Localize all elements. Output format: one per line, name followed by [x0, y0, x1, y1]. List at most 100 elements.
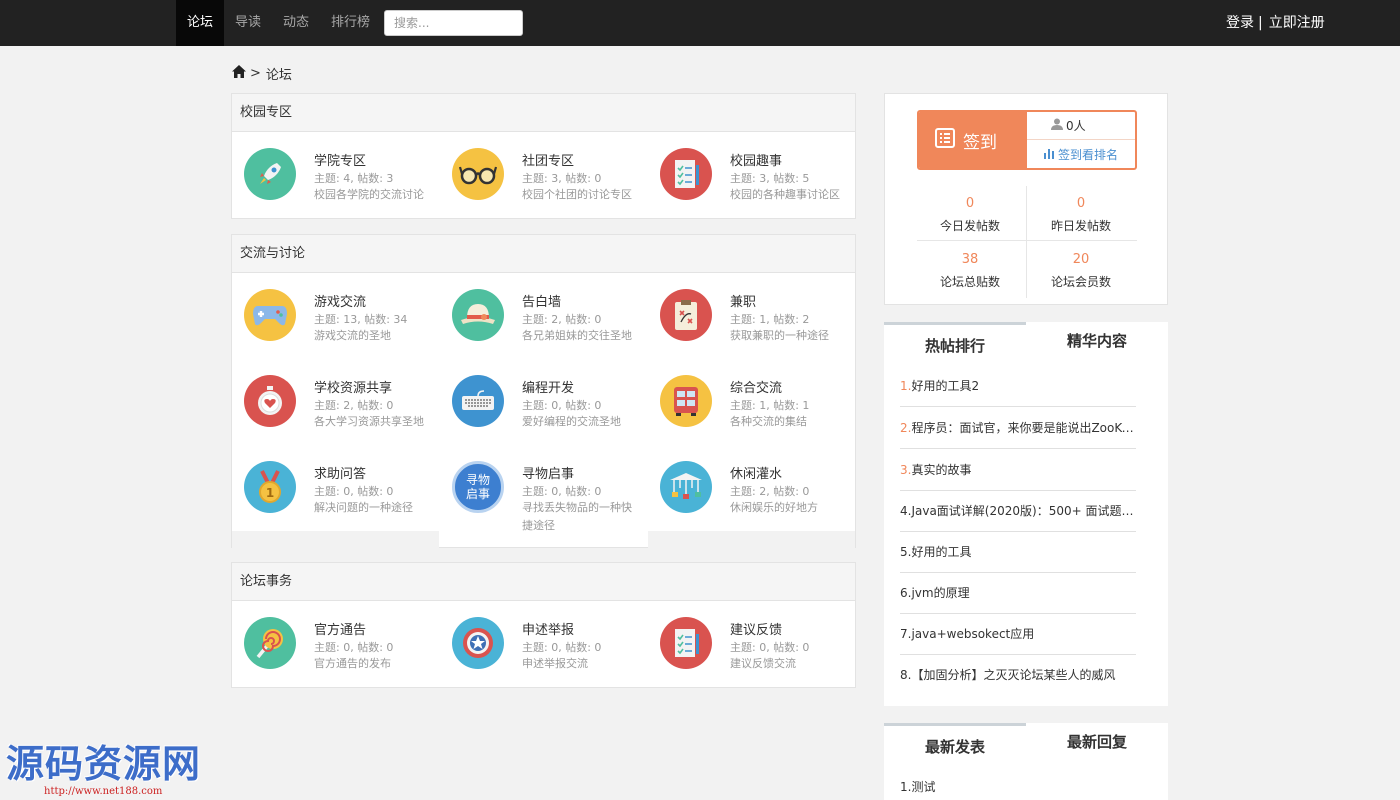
forum-name[interactable]: 建议反馈	[730, 619, 782, 638]
search-input[interactable]	[384, 10, 523, 36]
list-item[interactable]: 6.jvm的原理	[900, 573, 1136, 614]
item-title[interactable]: 真实的故事	[911, 463, 971, 477]
forum-item[interactable]: 告白墙 主题: 2, 帖数: 0 各兄弟姐妹的交往圣地	[440, 277, 640, 347]
forum-item[interactable]: 建议反馈 主题: 0, 帖数: 0 建议反馈交流	[648, 605, 848, 675]
lost-found-icon: 寻物启事	[452, 461, 504, 513]
grid-filler	[232, 531, 439, 548]
forum-name[interactable]: 学院专区	[314, 150, 366, 169]
forum-stats: 主题: 0, 帖数: 0	[314, 641, 394, 654]
latest-tabs: 最新发表 最新回复	[884, 723, 1168, 773]
forum-description: 校园个社团的讨论专区	[522, 188, 632, 201]
forum-description: 爱好编程的交流圣地	[522, 415, 621, 428]
item-title[interactable]: 程序员：面试官，来你要是能说出ZooKeepe...	[911, 421, 1136, 435]
nav-activity[interactable]: 动态	[272, 0, 320, 46]
item-title[interactable]: 测试	[911, 780, 935, 794]
breadcrumb-separator: >	[250, 65, 261, 81]
forum-name[interactable]: 编程开发	[522, 377, 574, 396]
signin-label: 签到	[963, 132, 997, 153]
checklist-icon	[660, 617, 712, 669]
forum-description: 各大学习资源共享圣地	[314, 415, 424, 428]
stopwatch-heart-icon	[244, 375, 296, 427]
item-rank: 1.	[900, 379, 912, 393]
forum-item[interactable]: 校园趣事 主题: 3, 帖数: 5 校园的各种趣事讨论区	[648, 136, 848, 206]
list-item[interactable]: 4.Java面试详解(2020版)：500+ 面试题和核...	[900, 491, 1136, 532]
item-title[interactable]: jvm的原理	[911, 586, 969, 600]
forum-item[interactable]: 寻物启事 寻物启事 主题: 0, 帖数: 0 寻找丢失物品的一种快捷途径	[440, 449, 640, 532]
forum-name[interactable]: 综合交流	[730, 377, 782, 396]
list-item[interactable]: 7.java+websokect应用	[900, 614, 1136, 655]
forum-name[interactable]: 寻物启事	[522, 463, 574, 482]
item-rank: 1.	[900, 780, 912, 794]
list-item[interactable]: 5.好用的工具	[900, 532, 1136, 573]
stat-label: 昨日发帖数	[1050, 219, 1111, 233]
tab-featured[interactable]: 精华内容	[1026, 322, 1168, 366]
signin-button[interactable]: 签到	[919, 112, 1027, 168]
forum-item[interactable]: 游戏交流 主题: 13, 帖数: 34 游戏交流的圣地	[232, 277, 432, 347]
forum-item[interactable]: 休闲灌水 主题: 2, 帖数: 0 休闲娱乐的好地方	[648, 449, 848, 519]
forum-name[interactable]: 求助问答	[314, 463, 366, 482]
checklist-icon	[660, 148, 712, 200]
forum-description: 寻找丢失物品的一种快捷途径	[522, 501, 632, 532]
forum-item[interactable]: 1 求助问答 主题: 0, 帖数: 0 解决问题的一种途径	[232, 449, 432, 519]
forum-stats: 主题: 0, 帖数: 0	[314, 485, 394, 498]
forum-description: 申述举报交流	[522, 657, 588, 670]
auth-separator: |	[1258, 15, 1263, 31]
main-nav: 论坛 导读 动态 排行榜	[176, 0, 381, 46]
forum-stats: 主题: 0, 帖数: 0	[522, 641, 602, 654]
tab-latest-posts[interactable]: 最新发表	[884, 723, 1026, 767]
forum-item[interactable]: 综合交流 主题: 1, 帖数: 1 各种交流的集结	[648, 363, 848, 433]
item-title[interactable]: 好用的工具2	[911, 379, 979, 393]
item-title[interactable]: Java面试详解(2020版)：500+ 面试题和核...	[911, 504, 1136, 518]
forum-stats: 主题: 3, 帖数: 5	[730, 172, 810, 185]
list-item[interactable]: 1.测试	[900, 767, 1136, 800]
forum-name[interactable]: 休闲灌水	[730, 463, 782, 482]
list-item[interactable]: 8.【加固分析】之灭灭论坛某些人的威风	[900, 655, 1136, 696]
list-item[interactable]: 3.真实的故事	[900, 450, 1136, 491]
list-item[interactable]: 2.程序员：面试官，来你要是能说出ZooKeepe...	[900, 408, 1136, 449]
item-title[interactable]: 【加固分析】之灭灭论坛某些人的威风	[911, 668, 1115, 682]
forum-item[interactable]: 官方通告 主题: 0, 帖数: 0 官方通告的发布	[232, 605, 432, 675]
forum-description: 建议反馈交流	[730, 657, 796, 670]
stat-value: 0	[1076, 196, 1086, 211]
nav-guide[interactable]: 导读	[224, 0, 272, 46]
forum-name[interactable]: 学校资源共享	[314, 377, 392, 396]
tab-hot-posts[interactable]: 热帖排行	[884, 322, 1026, 366]
forum-description: 游戏交流的圣地	[314, 329, 391, 342]
nav-ranking[interactable]: 排行榜	[320, 0, 381, 46]
nav-forum[interactable]: 论坛	[176, 0, 225, 46]
watermark-title: 源码资源网	[6, 742, 202, 786]
forum-name[interactable]: 告白墙	[522, 291, 561, 310]
item-rank: 8.	[900, 668, 912, 682]
item-rank: 3.	[900, 463, 912, 477]
forum-name[interactable]: 官方通告	[314, 619, 366, 638]
register-link[interactable]: 立即注册	[1269, 15, 1325, 31]
forum-item[interactable]: 社团专区 主题: 3, 帖数: 0 校园个社团的讨论专区	[440, 136, 640, 206]
stat-total-posts: 38 论坛总贴数	[915, 242, 1025, 296]
tab-latest-replies[interactable]: 最新回复	[1026, 723, 1168, 767]
section-campus: 校园专区 学院专区 主题: 4, 帖数: 3 校园各学院的交流讨论 社团专区 主…	[231, 93, 856, 219]
breadcrumb: > 论坛	[232, 64, 292, 83]
item-title[interactable]: 好用的工具	[911, 545, 971, 559]
forum-name[interactable]: 游戏交流	[314, 291, 366, 310]
forum-name[interactable]: 申述举报	[522, 619, 574, 638]
list-item[interactable]: 1.好用的工具2	[900, 366, 1136, 407]
forum-name[interactable]: 兼职	[730, 291, 756, 310]
forum-name[interactable]: 社团专区	[522, 150, 574, 169]
item-title[interactable]: java+websokect应用	[911, 627, 1034, 641]
signin-rank-link[interactable]: 签到看排名	[1027, 140, 1135, 168]
stat-value: 38	[961, 252, 979, 267]
latest-posts-card: 最新发表 最新回复 1.测试	[884, 723, 1168, 800]
forum-stats: 主题: 0, 帖数: 0	[730, 641, 810, 654]
home-icon[interactable]	[232, 64, 250, 82]
forum-item[interactable]: 申述举报 主题: 0, 帖数: 0 申述举报交流	[440, 605, 640, 675]
forum-item[interactable]: 学校资源共享 主题: 2, 帖数: 0 各大学习资源共享圣地	[232, 363, 432, 433]
watermark: 源码资源网 http://www.net188.com	[6, 733, 201, 797]
forum-name[interactable]: 校园趣事	[730, 150, 782, 169]
stat-today-posts: 0 今日发帖数	[915, 186, 1025, 240]
forum-description: 校园各学院的交流讨论	[314, 188, 424, 201]
forum-item[interactable]: 编程开发 主题: 0, 帖数: 0 爱好编程的交流圣地	[440, 363, 640, 433]
signin-count-text: 0人	[1066, 119, 1086, 133]
login-link[interactable]: 登录	[1226, 15, 1254, 31]
forum-item[interactable]: 学院专区 主题: 4, 帖数: 3 校园各学院的交流讨论	[232, 136, 432, 206]
forum-item[interactable]: 兼职 主题: 1, 帖数: 2 获取兼职的一种途径	[648, 277, 848, 347]
